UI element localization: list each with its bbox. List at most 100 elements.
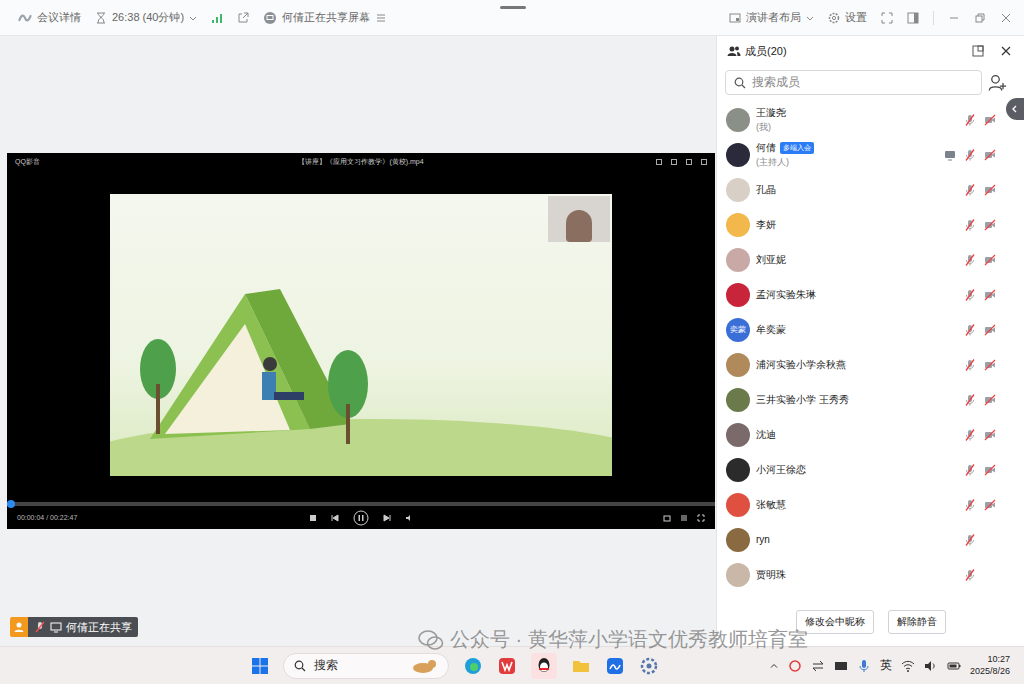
next-icon[interactable] <box>383 514 391 522</box>
file-explorer-icon[interactable] <box>571 656 591 676</box>
settings-icon[interactable] <box>680 514 688 522</box>
settings-button[interactable]: 设置 <box>828 10 867 25</box>
panel-button[interactable]: 修改会中昵称 <box>796 610 874 634</box>
microphone-icon[interactable] <box>964 289 976 301</box>
edge-icon[interactable] <box>463 656 483 676</box>
add-member-icon[interactable] <box>988 73 1008 93</box>
microphone-icon[interactable] <box>964 254 976 266</box>
hourglass-icon <box>95 12 107 24</box>
microphone-icon[interactable] <box>964 569 976 581</box>
fullscreen-icon[interactable] <box>881 12 893 24</box>
panel-button[interactable]: 解除静音 <box>888 610 946 634</box>
player-window-button[interactable] <box>671 159 677 165</box>
microphone-icon[interactable] <box>964 184 976 196</box>
close-icon[interactable] <box>1000 12 1012 24</box>
member-row[interactable]: 何倩多端入会(主持人) <box>717 137 1024 172</box>
restore-icon[interactable] <box>974 12 986 24</box>
external-link-icon[interactable] <box>237 12 249 24</box>
layout-button[interactable]: 演讲者布局 <box>729 10 814 25</box>
microphone-icon[interactable] <box>964 149 976 161</box>
sharing-notice[interactable]: 何倩正在共享屏幕 <box>263 10 387 25</box>
close-icon[interactable] <box>1000 45 1012 57</box>
camera-icon[interactable] <box>984 464 996 476</box>
clock[interactable]: 10:272025/8/26 <box>970 654 1010 677</box>
signal-icon[interactable] <box>211 12 223 24</box>
member-row[interactable]: 王漩尧(我) <box>717 102 1024 137</box>
camera-icon[interactable] <box>984 149 996 161</box>
player-window-button[interactable] <box>656 159 662 165</box>
member-row[interactable]: 李妍 <box>717 207 1024 242</box>
sharing-badge[interactable]: 何倩正在共享 <box>10 617 138 637</box>
camera-icon[interactable] <box>984 219 996 231</box>
transfer-icon[interactable] <box>811 659 825 673</box>
microphone-icon[interactable] <box>964 534 976 546</box>
member-name: 小河王徐恋 <box>756 463 806 477</box>
member-avatar <box>726 213 750 237</box>
taskbar-search[interactable]: 搜索 <box>283 653 449 679</box>
camera-icon[interactable] <box>984 184 996 196</box>
show-hidden-icons[interactable] <box>769 661 779 671</box>
player-window-button[interactable] <box>686 159 692 165</box>
sidebar-icon[interactable] <box>907 12 919 24</box>
member-row[interactable]: ryn <box>717 522 1024 557</box>
member-row[interactable]: 浦河实验小学余秋燕 <box>717 347 1024 382</box>
member-row[interactable]: 孔晶 <box>717 172 1024 207</box>
volume-icon[interactable] <box>405 514 413 522</box>
menu-icon[interactable] <box>375 12 387 24</box>
member-row[interactable]: 三井实验小学 王秀秀 <box>717 382 1024 417</box>
camera-icon[interactable] <box>984 254 996 266</box>
player-app-name[interactable]: QQ影音 <box>15 157 40 167</box>
sync-icon[interactable] <box>788 659 802 673</box>
progress-track[interactable] <box>7 502 715 506</box>
fullscreen-icon[interactable] <box>697 514 705 522</box>
screenshot-icon[interactable] <box>663 514 671 522</box>
progress-knob[interactable] <box>7 500 15 508</box>
settings-app-icon[interactable] <box>639 656 659 676</box>
timer[interactable]: 26:38 (40分钟) <box>95 10 197 25</box>
microphone-icon[interactable] <box>964 429 976 441</box>
member-row[interactable]: 沈迪 <box>717 417 1024 452</box>
member-row[interactable]: 刘亚妮 <box>717 242 1024 277</box>
member-name: 浦河实验小学余秋燕 <box>756 358 846 372</box>
camera-icon[interactable] <box>984 394 996 406</box>
input-method[interactable]: 英 <box>880 657 892 674</box>
wifi-icon[interactable] <box>901 659 915 673</box>
member-row[interactable]: 奕蒙牟奕蒙 <box>717 312 1024 347</box>
camera-icon[interactable] <box>984 359 996 371</box>
drag-handle[interactable] <box>500 6 526 9</box>
play-pause-button[interactable] <box>353 510 369 526</box>
app-tray-icon[interactable] <box>834 659 848 673</box>
battery-icon[interactable] <box>947 659 961 673</box>
meeting-details-button[interactable]: 会议详情 <box>18 10 81 25</box>
member-row[interactable]: 小河王徐恋 <box>717 452 1024 487</box>
wps-icon[interactable] <box>497 656 517 676</box>
system-tray: 英 10:272025/8/26 <box>769 654 1024 677</box>
member-row[interactable]: 贾明珠 <box>717 557 1024 592</box>
member-row[interactable]: 孟河实验朱琳 <box>717 277 1024 312</box>
camera-icon[interactable] <box>984 429 996 441</box>
microphone-icon[interactable] <box>964 219 976 231</box>
microphone-icon[interactable] <box>964 359 976 371</box>
microphone-icon[interactable] <box>964 464 976 476</box>
microphone-icon[interactable] <box>964 324 976 336</box>
camera-icon[interactable] <box>984 289 996 301</box>
member-row[interactable]: 张敏慧 <box>717 487 1024 522</box>
microphone-icon[interactable] <box>964 114 976 126</box>
camera-icon[interactable] <box>984 499 996 511</box>
microphone-tray-icon[interactable] <box>857 659 871 673</box>
meeting-app-icon[interactable] <box>605 656 625 676</box>
microphone-icon[interactable] <box>964 499 976 511</box>
player-window-button[interactable] <box>701 159 707 165</box>
volume-icon[interactable] <box>924 659 938 673</box>
camera-icon[interactable] <box>984 324 996 336</box>
pop-out-icon[interactable] <box>972 45 984 57</box>
minimize-icon[interactable] <box>948 12 960 24</box>
member-search-field[interactable]: 搜索成员 <box>725 70 982 95</box>
previous-icon[interactable] <box>331 514 339 522</box>
microphone-icon[interactable] <box>964 394 976 406</box>
windows-start-icon[interactable] <box>251 657 269 675</box>
collapse-tab[interactable] <box>1006 98 1024 120</box>
camera-icon[interactable] <box>984 114 996 126</box>
taskbar-app-active[interactable] <box>531 653 557 679</box>
stop-icon[interactable] <box>309 514 317 522</box>
